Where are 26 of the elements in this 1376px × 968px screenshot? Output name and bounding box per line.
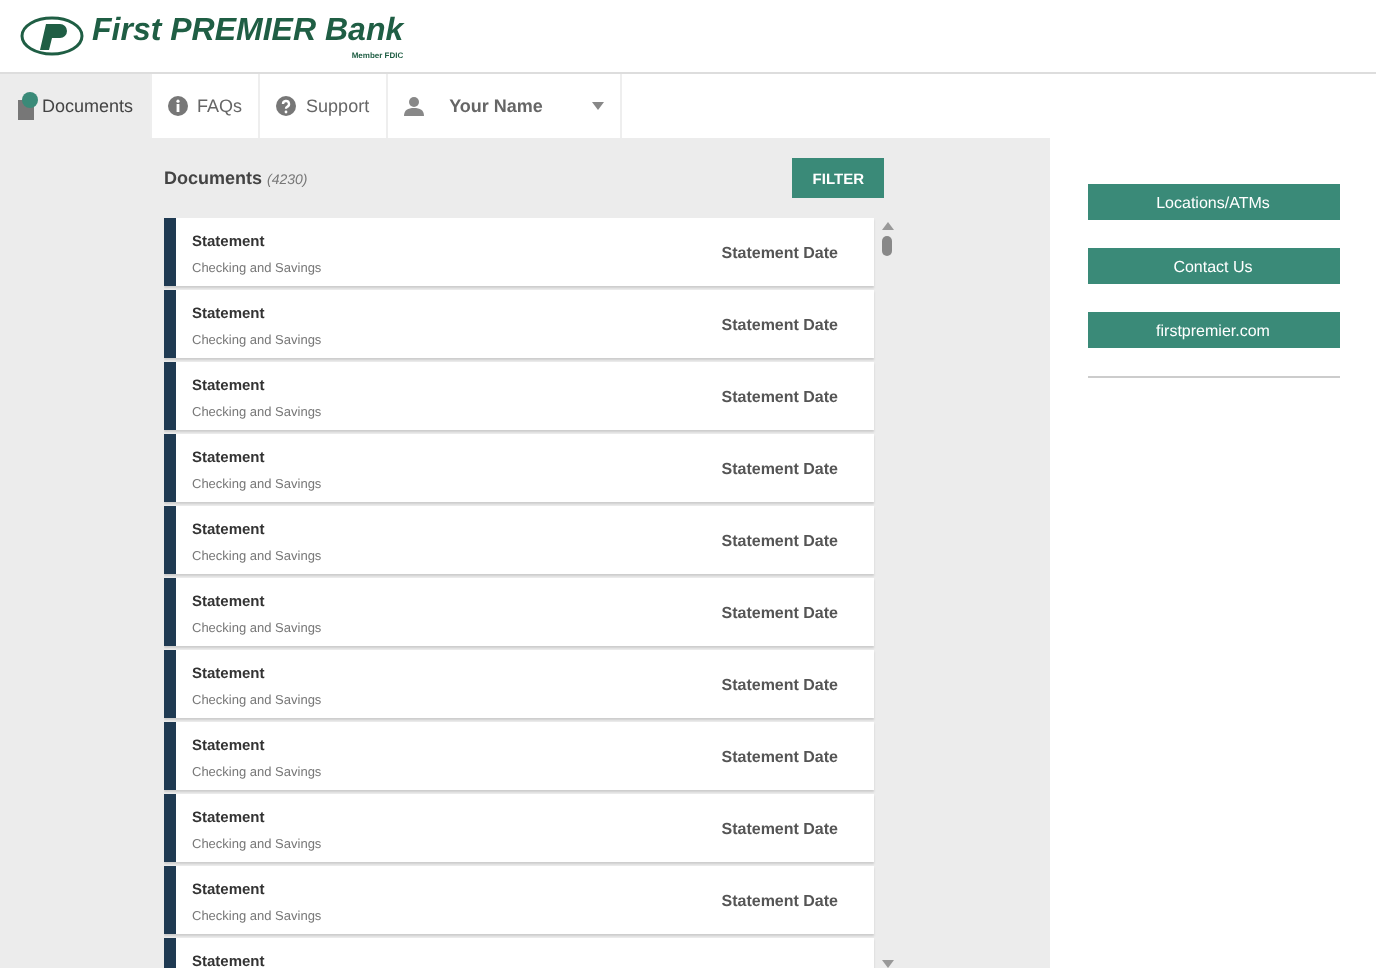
nav-tab[interactable]: Documents: [0, 74, 152, 138]
nav-tab[interactable]: Your Name: [387, 74, 623, 138]
scroll-up-icon[interactable]: [882, 222, 894, 230]
document-date: Statement Date: [721, 388, 838, 406]
nav-tab[interactable]: FAQs: [151, 74, 261, 138]
user-icon: [403, 96, 424, 116]
document-date: Statement Date: [721, 316, 838, 334]
link-button[interactable]: Contact Us: [1087, 248, 1339, 284]
scroll-down-icon[interactable]: [882, 960, 894, 968]
document-date: Statement Date: [721, 244, 838, 262]
document-date: Statement Date: [721, 460, 838, 478]
brand-name: First PREMIER Bank: [92, 13, 404, 49]
document-date: Statement Date: [721, 604, 838, 622]
link-button[interactable]: firstpremier.com: [1087, 312, 1339, 348]
help-icon: [276, 96, 297, 116]
document-date: Statement Date: [721, 676, 838, 694]
caret-icon: [592, 102, 605, 110]
document-date: Statement Date: [721, 892, 838, 910]
document-date: Statement Date: [721, 748, 838, 766]
scrollbar-thumb[interactable]: [882, 236, 892, 256]
link-button[interactable]: Locations/ATMs: [1087, 184, 1339, 220]
document-date: Statement Date: [721, 532, 838, 550]
documents-icon: [16, 92, 44, 120]
info-icon: [167, 96, 188, 116]
document-date: Statement Date: [721, 820, 838, 838]
logo-icon: [20, 16, 84, 56]
